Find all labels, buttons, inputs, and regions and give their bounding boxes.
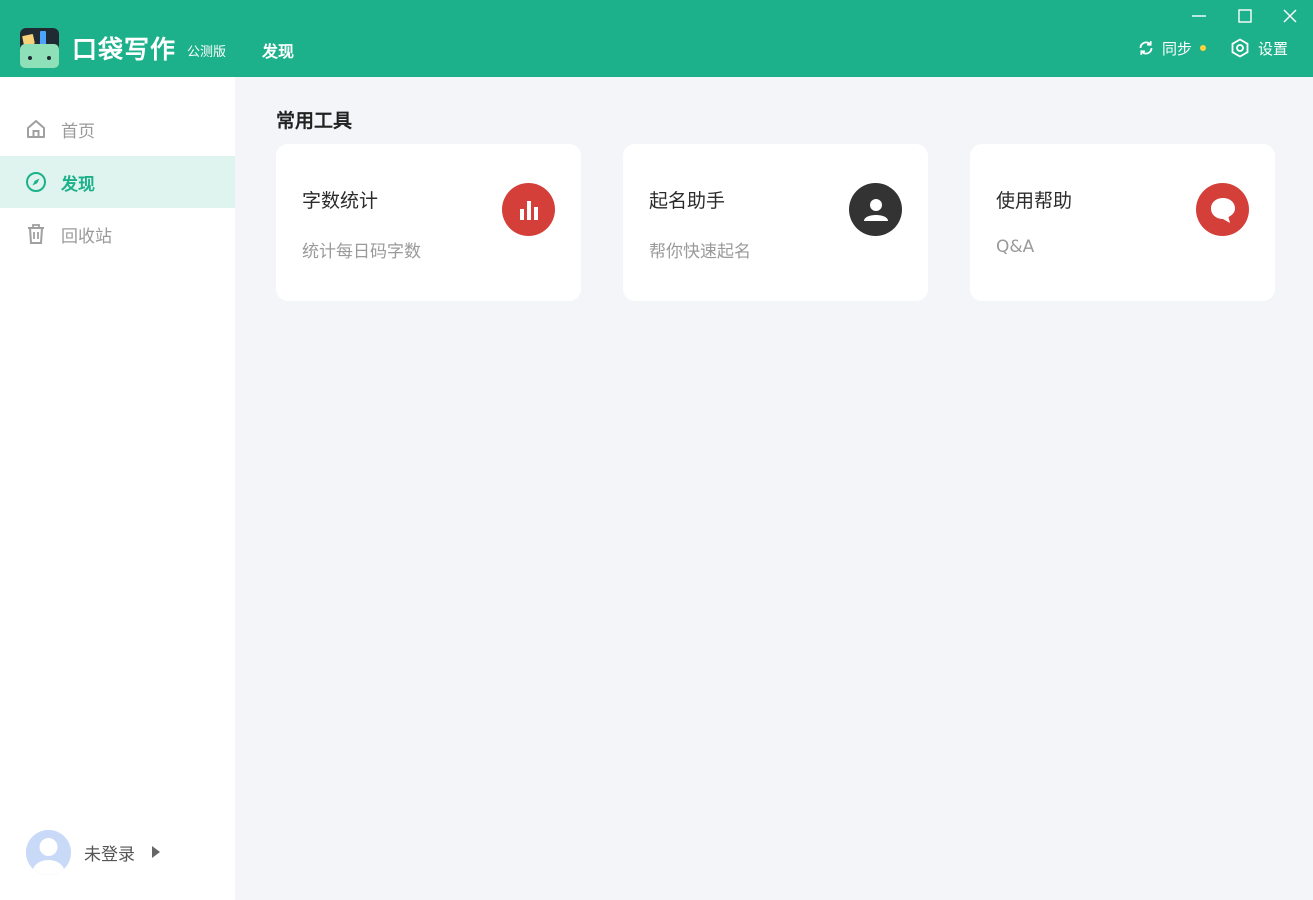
maximize-icon <box>1238 9 1252 23</box>
speech-bubble-icon <box>1196 183 1249 236</box>
tool-card-word-count[interactable]: 字数统计 统计每日码字数 <box>276 144 581 301</box>
section-title: 常用工具 <box>276 110 353 132</box>
card-title: 起名助手 <box>649 190 726 212</box>
user-login-label: 未登录 <box>84 844 135 865</box>
card-subtitle: 帮你快速起名 <box>649 242 751 262</box>
trash-icon <box>25 223 47 245</box>
sidebar-item-label: 回收站 <box>61 226 112 247</box>
sidebar-item-home[interactable]: 首页 <box>0 103 235 155</box>
tool-card-naming-assistant[interactable]: 起名助手 帮你快速起名 <box>623 144 928 301</box>
gear-icon <box>1231 38 1249 58</box>
card-subtitle: 统计每日码字数 <box>302 242 421 262</box>
tool-card-help[interactable]: 使用帮助 Q&A <box>970 144 1275 301</box>
card-title: 字数统计 <box>302 190 379 212</box>
close-icon <box>1283 9 1297 23</box>
header-nav-discover[interactable]: 发现 <box>262 38 294 62</box>
sync-icon <box>1139 41 1153 55</box>
sidebar-item-label: 首页 <box>61 121 95 142</box>
sync-button[interactable]: 同步 <box>1137 38 1207 58</box>
user-login-button[interactable]: 未登录 <box>26 828 161 876</box>
settings-button[interactable]: 设置 <box>1230 38 1288 58</box>
sync-label: 同步 <box>1162 39 1193 58</box>
caret-right-icon <box>152 846 160 858</box>
home-icon <box>25 118 47 140</box>
close-button[interactable] <box>1278 4 1302 28</box>
settings-label: 设置 <box>1258 39 1289 58</box>
bar-chart-icon <box>502 183 555 236</box>
title-bar: 口袋写作 公测版 发现 同步 设置 <box>0 0 1313 77</box>
minimize-icon <box>1192 15 1206 17</box>
app-logo-icon <box>20 28 59 68</box>
person-icon <box>849 183 902 236</box>
app-title: 口袋写作 <box>72 35 177 64</box>
compass-icon <box>25 171 47 193</box>
beta-badge: 公测版 <box>187 45 227 60</box>
sidebar-item-label: 发现 <box>61 174 95 195</box>
card-title: 使用帮助 <box>996 190 1073 212</box>
sidebar: 首页 发现 回收站 未登录 <box>0 77 235 900</box>
sidebar-item-trash[interactable]: 回收站 <box>0 208 235 260</box>
card-subtitle: Q&A <box>996 237 1035 257</box>
avatar <box>26 829 71 875</box>
sidebar-item-discover[interactable]: 发现 <box>0 156 235 208</box>
maximize-button[interactable] <box>1233 4 1257 28</box>
minimize-button[interactable] <box>1187 4 1211 28</box>
sync-status-dot <box>1200 45 1207 51</box>
